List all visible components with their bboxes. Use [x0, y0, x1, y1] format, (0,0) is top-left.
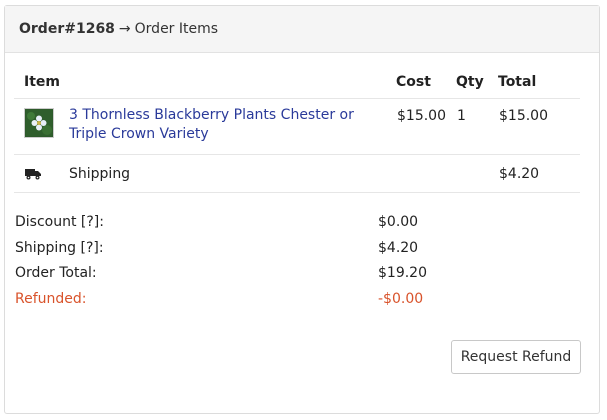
product-link[interactable]: 3 Thornless Blackberry Plants Chester or…: [69, 106, 395, 144]
order-number: Order#1268: [19, 21, 115, 37]
refunded-label: Refunded:: [15, 291, 87, 308]
shipping-summary-value: $4.20: [378, 239, 419, 256]
shipping-label: Shipping: [68, 154, 396, 193]
item-total: $15.00: [498, 98, 580, 155]
arrow-icon: →: [118, 21, 131, 37]
table-row: 3 Thornless Blackberry Plants Chester or…: [14, 98, 580, 155]
refunded-value: -$0.00: [378, 291, 424, 308]
order-summary: Discount [?]: $0.00 Shipping [?]: $4.20 …: [15, 214, 435, 317]
column-header-total: Total: [498, 66, 580, 99]
product-thumbnail[interactable]: [24, 108, 54, 138]
refunded-row: Refunded: -$0.00: [15, 291, 435, 317]
shipping-icon-cell: [14, 154, 68, 193]
shipping-total: $4.20: [498, 154, 580, 193]
panel-title: Order Items: [134, 21, 219, 37]
discount-value: $0.00: [378, 214, 419, 230]
order-total-value: $19.20: [378, 265, 427, 282]
shipping-summary-row: Shipping [?]: $4.20: [15, 240, 435, 266]
order-items-table: Item Cost Qty Total 3 Thornless Blackber…: [14, 66, 580, 193]
shipping-cost-empty: [396, 154, 456, 193]
order-total-row: Order Total: $19.20: [15, 265, 435, 291]
item-thumbnail-cell: [14, 98, 68, 155]
table-header-row: Item Cost Qty Total: [14, 66, 580, 99]
shipping-summary-label[interactable]: Shipping [?]:: [15, 240, 104, 256]
shipping-qty-empty: [456, 154, 498, 193]
request-refund-button[interactable]: Request Refund: [451, 340, 581, 374]
order-total-label: Order Total:: [15, 265, 97, 282]
column-header-cost: Cost: [396, 66, 456, 99]
item-name-cell: 3 Thornless Blackberry Plants Chester or…: [68, 98, 396, 155]
discount-row: Discount [?]: $0.00: [15, 214, 435, 240]
panel-header: Order#1268 → Order Items: [5, 6, 599, 53]
item-cost: $15.00: [396, 98, 456, 155]
column-header-item: Item: [14, 66, 396, 99]
shipping-row: Shipping $4.20: [14, 154, 580, 193]
column-header-qty: Qty: [456, 66, 498, 99]
truck-icon: [25, 169, 41, 180]
discount-label[interactable]: Discount [?]:: [15, 214, 104, 230]
item-qty: 1: [456, 98, 498, 155]
flower-icon: [26, 110, 52, 136]
